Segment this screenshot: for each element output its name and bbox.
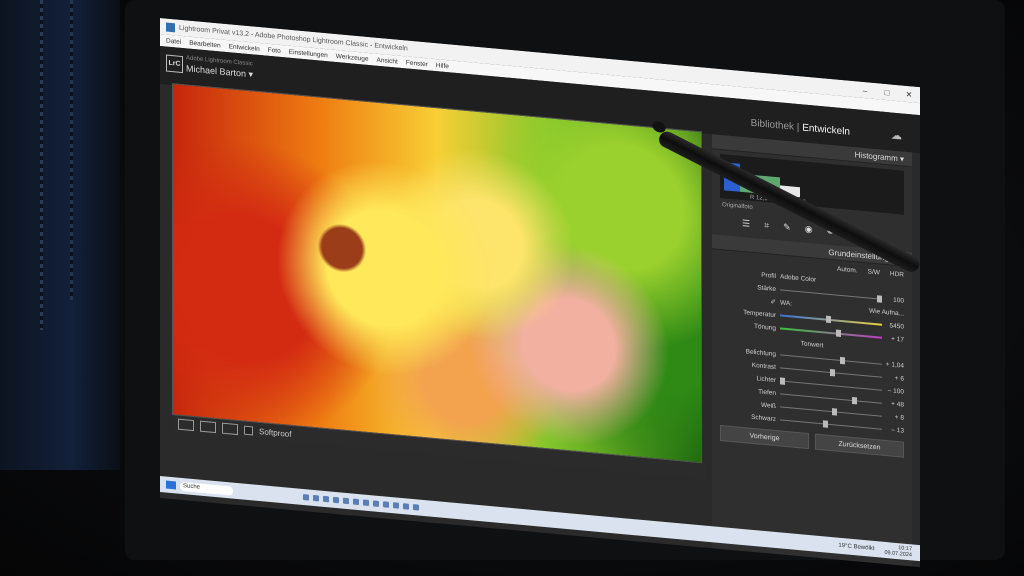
loupe-view-icon[interactable] bbox=[178, 418, 194, 431]
close-icon[interactable]: ✕ bbox=[898, 89, 920, 100]
tone-slider[interactable] bbox=[780, 353, 882, 365]
tone-sliders: Belichtung + 1,04 Kontrast + 6 Lichter – 100 T… bbox=[712, 343, 912, 436]
lightroom-app-icon bbox=[166, 22, 175, 32]
taskbar-app-icon[interactable] bbox=[363, 499, 369, 507]
strength-slider[interactable] bbox=[780, 288, 882, 303]
hdr-button[interactable]: HDR bbox=[890, 270, 904, 278]
taskbar-app-icon[interactable] bbox=[393, 502, 399, 509]
auto-button[interactable]: Autom. bbox=[837, 265, 858, 274]
menu-view[interactable]: Ansicht bbox=[377, 56, 398, 65]
tone-slider[interactable] bbox=[780, 405, 882, 417]
menu-edit[interactable]: Bearbeiten bbox=[189, 39, 220, 49]
temp-label: Temperatur bbox=[743, 308, 776, 319]
slider-knob[interactable] bbox=[822, 419, 828, 428]
slider-label: Weiß bbox=[760, 401, 776, 410]
taskbar-app-icon[interactable] bbox=[373, 500, 379, 507]
lightroom-screen: Lightroom Privat v13.2 - Adobe Photoshop… bbox=[160, 18, 920, 568]
healing-icon[interactable]: ✎ bbox=[783, 222, 791, 234]
reset-button[interactable]: Zurücksetzen bbox=[815, 433, 904, 458]
menu-tools[interactable]: Werkzeuge bbox=[336, 52, 369, 62]
slider-knob[interactable] bbox=[851, 396, 857, 404]
taskbar-app-icon[interactable] bbox=[353, 498, 359, 506]
bw-button[interactable]: S/W bbox=[868, 268, 880, 276]
maximize-icon[interactable]: □ bbox=[876, 87, 898, 98]
menu-develop[interactable]: Entwickeln bbox=[229, 43, 260, 53]
tablet-edge bbox=[0, 0, 120, 470]
tone-slider[interactable] bbox=[780, 376, 882, 391]
develop-right-panel: Histogramm ▾ R 12,5 G 15,9 B 11,6 Origin… bbox=[712, 134, 912, 567]
slider-value: + 1,04 bbox=[885, 360, 904, 370]
menu-file[interactable]: Datei bbox=[166, 37, 181, 45]
crop-icon[interactable]: ⌗ bbox=[764, 220, 769, 231]
slider-value: + 6 bbox=[894, 374, 904, 383]
taskbar-app-icon[interactable] bbox=[383, 501, 389, 508]
slider-knob[interactable] bbox=[832, 407, 838, 416]
softproof-label: Softproof bbox=[259, 426, 292, 439]
taskbar-app-icon[interactable] bbox=[313, 494, 319, 502]
module-library[interactable]: Bibliothek bbox=[751, 118, 794, 133]
tone-slider[interactable] bbox=[780, 392, 882, 404]
softproof-checkbox[interactable] bbox=[244, 425, 253, 435]
tone-slider[interactable] bbox=[780, 366, 882, 378]
module-develop[interactable]: Entwickeln bbox=[802, 122, 850, 137]
cloud-icon[interactable]: ☁ bbox=[891, 129, 902, 143]
slider-value: – 100 bbox=[887, 386, 904, 396]
taskbar-app-icon[interactable] bbox=[343, 497, 349, 505]
strength-value: 100 bbox=[893, 296, 904, 305]
slider-label: Belichtung bbox=[745, 347, 776, 358]
slider-knob[interactable] bbox=[840, 356, 846, 364]
menu-settings[interactable]: Einstellungen bbox=[289, 48, 328, 59]
taskbar-apps bbox=[303, 494, 419, 511]
menu-help[interactable]: Hilfe bbox=[436, 62, 449, 70]
taskbar-search[interactable]: Suche bbox=[180, 481, 233, 496]
slider-value: + 8 bbox=[894, 413, 904, 422]
slider-value: – 13 bbox=[891, 426, 904, 435]
profile-label: Profil bbox=[761, 271, 776, 280]
compare-view-icon[interactable] bbox=[200, 420, 216, 433]
taskbar-app-icon[interactable] bbox=[333, 496, 339, 504]
taskbar-app-icon[interactable] bbox=[403, 503, 409, 510]
edge-stripe bbox=[40, 0, 43, 330]
edit-sliders-icon[interactable]: ☰ bbox=[742, 218, 750, 230]
before-after-icon[interactable] bbox=[222, 422, 238, 435]
slider-label: Tiefen bbox=[758, 387, 776, 397]
wb-label: WA: bbox=[780, 298, 793, 308]
strength-label: Stärke bbox=[757, 283, 776, 293]
tint-value: + 17 bbox=[891, 335, 904, 344]
windows-start-icon[interactable] bbox=[166, 480, 176, 490]
taskbar-app-icon[interactable] bbox=[413, 504, 419, 511]
weather-widget[interactable]: 19°C Bewölkt bbox=[838, 543, 874, 552]
edge-stripe bbox=[70, 0, 73, 300]
menu-photo[interactable]: Foto bbox=[268, 46, 281, 54]
tint-label: Tönung bbox=[753, 322, 776, 332]
temp-value: 5450 bbox=[889, 321, 904, 331]
slider-label: Schwarz bbox=[751, 413, 776, 423]
photo-preview[interactable] bbox=[172, 83, 702, 464]
slider-knob[interactable] bbox=[780, 376, 785, 385]
profile-select[interactable]: Adobe Color bbox=[780, 273, 816, 283]
slider-label: Lichter bbox=[756, 374, 776, 384]
taskbar-app-icon[interactable] bbox=[303, 494, 309, 501]
red-eye-icon[interactable]: ◉ bbox=[805, 224, 813, 236]
minimize-icon[interactable]: – bbox=[854, 85, 876, 96]
taskbar-clock[interactable]: 10:17 09.07.2024 bbox=[884, 544, 912, 559]
eyedropper-icon[interactable]: ✐ bbox=[720, 293, 780, 306]
previous-button[interactable]: Vorherige bbox=[720, 424, 809, 450]
slider-knob[interactable] bbox=[830, 368, 836, 376]
menu-window[interactable]: Fenster bbox=[406, 59, 428, 68]
slider-value: + 48 bbox=[891, 400, 904, 409]
taskbar-app-icon[interactable] bbox=[323, 495, 329, 503]
clock-date: 09.07.2024 bbox=[884, 549, 912, 559]
lrc-logo-icon: LrC bbox=[166, 54, 183, 74]
slider-label: Kontrast bbox=[751, 361, 776, 371]
module-picker: Bibliothek | Entwickeln bbox=[750, 117, 850, 138]
tone-slider[interactable] bbox=[780, 418, 882, 430]
wb-select[interactable]: Wie Aufna... bbox=[869, 307, 904, 317]
